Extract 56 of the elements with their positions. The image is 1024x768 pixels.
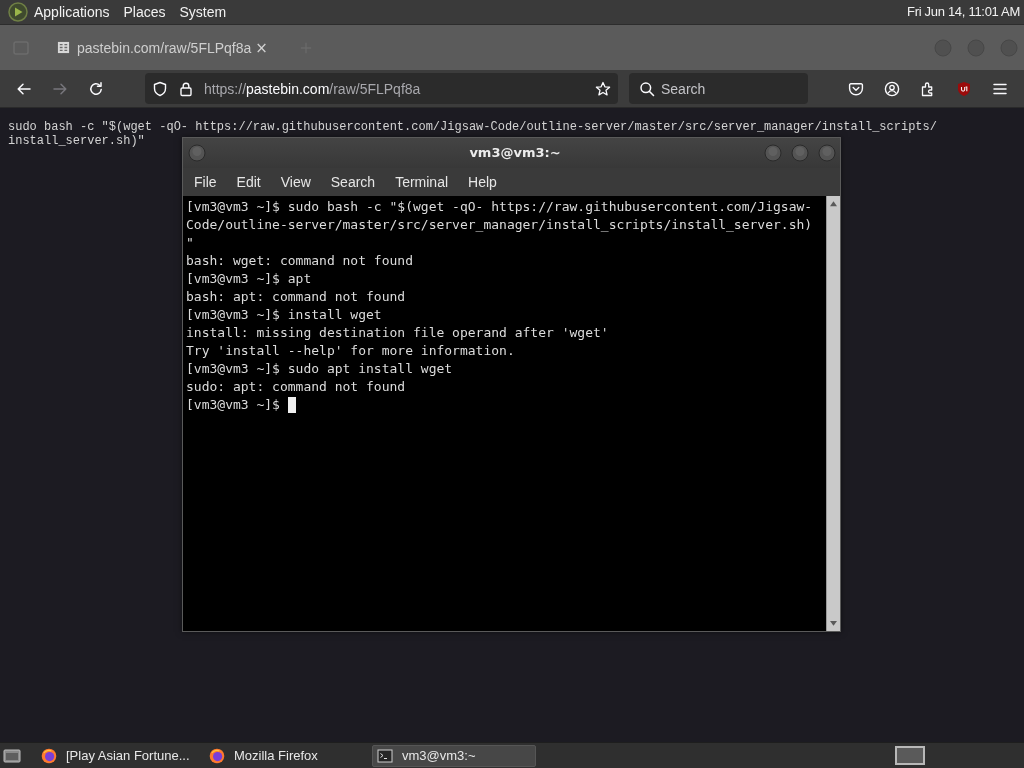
clock: Fri Jun 14, 11:01 AM [907, 3, 1020, 21]
panel-menu[interactable]: Places [116, 2, 173, 22]
terminal-line: [vm3@vm3 ~]$ sudo apt install wget [186, 360, 453, 378]
terminal-icon [377, 747, 393, 764]
terminal-line: [vm3@vm3 ~]$ install wget [186, 306, 382, 324]
window-control-button[interactable] [188, 144, 206, 162]
menu-item[interactable]: Terminal [385, 173, 459, 191]
url-text: https://pastebin.com/raw/5FLPqf8a [204, 79, 421, 98]
menu-item[interactable]: Help [458, 173, 507, 191]
window-control-button[interactable] [818, 144, 836, 162]
menu-item[interactable]: View [270, 173, 321, 191]
menu-item[interactable]: File [184, 173, 227, 191]
close-tab-button[interactable]: × [253, 38, 270, 57]
scroll-up-icon[interactable] [829, 200, 838, 207]
menu-item[interactable]: Edit [226, 173, 271, 191]
search-icon [639, 80, 655, 97]
window-control-button[interactable] [764, 144, 782, 162]
menu-item[interactable]: Search [320, 173, 386, 191]
reload-icon[interactable] [88, 80, 104, 97]
taskbar-button[interactable]: vm3@vm3:~ [372, 744, 536, 767]
page-text: sudo bash -c "$(wget -qO- https://raw.githubusercontent.com/Jigsaw-Code/outline-server/master/src/server_manager/install_scripts/ [8, 120, 938, 134]
url-field[interactable]: https://pastebin.com/raw/5FLPqf8a [145, 73, 618, 104]
terminal-line: Try 'install --help' for more information. [186, 342, 515, 360]
page-text: install_server.sh)" [8, 134, 146, 148]
shield-icon[interactable] [956, 80, 972, 97]
logo-icon[interactable] [8, 2, 28, 22]
search-field[interactable]: Search [629, 73, 808, 104]
account-icon[interactable] [884, 80, 900, 97]
panel-menu[interactable]: Applications [27, 2, 117, 22]
pocket-icon[interactable] [848, 80, 864, 97]
taskbar-button[interactable]: Mozilla Firefox [204, 744, 368, 767]
scroll-down-icon[interactable] [829, 620, 838, 627]
window-title: vm3@vm3:~ [468, 145, 562, 161]
star-icon[interactable] [595, 80, 611, 97]
terminal-line: [vm3@vm3 ~]$ [186, 396, 280, 414]
terminal-line: " [186, 234, 194, 252]
terminal-line: sudo: apt: command not found [186, 378, 406, 396]
window-control-button[interactable] [791, 144, 809, 162]
firefox-icon [41, 747, 57, 764]
terminal-line: install: missing destination file operand after 'wget' [186, 324, 609, 342]
scrollbar[interactable] [826, 196, 840, 631]
lock-icon[interactable] [178, 80, 194, 97]
tab-title[interactable]: pastebin.com/raw/5FLPqf8a [77, 38, 252, 57]
search-placeholder: Search [661, 79, 706, 98]
terminal-line: bash: wget: command not found [186, 252, 413, 270]
panel-menu[interactable]: System [172, 2, 234, 22]
terminal-line: [vm3@vm3 ~]$ sudo bash -c "$(wget -qO- https://raw.githubusercontent.com/Jigsaw- [186, 198, 813, 216]
desktop-icon[interactable] [3, 746, 21, 765]
terminal-line: [vm3@vm3 ~]$ apt [186, 270, 312, 288]
document-icon [57, 41, 70, 54]
terminal-line: Code/outline-server/master/src/server_manager/install_scripts/install_server.sh) [186, 216, 813, 234]
terminal-line: bash: apt: command not found [186, 288, 406, 306]
firefox-icon [209, 747, 225, 764]
shield-icon[interactable] [152, 80, 168, 97]
taskbar-button[interactable]: [Play Asian Fortune... [36, 744, 200, 767]
workspace-switcher[interactable] [895, 746, 925, 765]
